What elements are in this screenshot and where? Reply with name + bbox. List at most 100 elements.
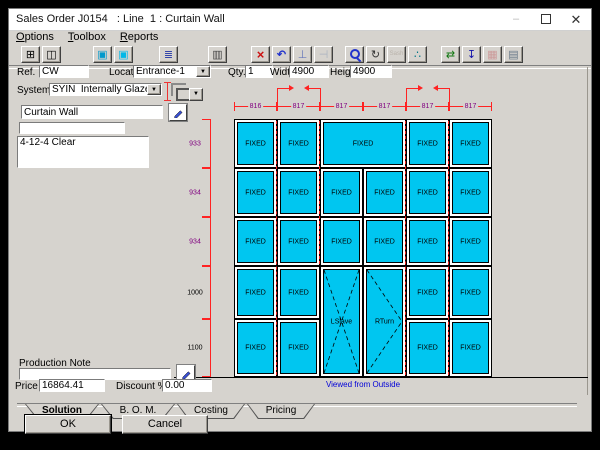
dimension-label[interactable]: 934 — [184, 238, 206, 245]
dimension-label[interactable]: 817 — [377, 102, 393, 111]
panel-fixed[interactable]: FIXED — [449, 168, 492, 217]
panel-fixed[interactable]: FIXED — [320, 168, 363, 217]
maximize-button[interactable] — [531, 9, 561, 30]
panel-label: FIXED — [281, 289, 316, 296]
bom-edit-button[interactable]: ≣ — [159, 46, 178, 63]
panel-fixed[interactable]: FIXED — [234, 119, 277, 168]
dimension-label[interactable]: 817 — [420, 102, 436, 111]
dimension-label[interactable]: 1000 — [184, 289, 206, 296]
undo-button[interactable]: ↶ — [272, 46, 291, 63]
window-grid-button[interactable]: ⊞ — [21, 46, 40, 63]
print-disabled-icon: ▦ — [487, 48, 497, 61]
panel-label: FIXED — [281, 345, 316, 352]
panel-fixed[interactable]: FIXED — [320, 217, 363, 266]
glass-pane: FIXED — [452, 171, 489, 214]
zoom-button[interactable] — [345, 46, 364, 63]
minimize-button[interactable]: – — [501, 9, 531, 30]
dimension-label[interactable]: 933 — [184, 140, 206, 147]
panel-fixed[interactable]: FIXED — [449, 319, 492, 377]
cancel-button[interactable]: Cancel — [122, 415, 208, 434]
glass-pane: FIXED — [237, 220, 274, 263]
panel-door-lslave[interactable]: LSlave — [320, 266, 363, 377]
panel-fixed[interactable]: FIXED — [406, 168, 449, 217]
maximize-icon — [541, 14, 551, 24]
panel-fixed[interactable]: FIXED — [406, 266, 449, 319]
panel-label: FIXED — [453, 140, 488, 147]
frame-profile-button[interactable]: ◫ — [42, 46, 61, 63]
width-dimension: 817 — [277, 102, 320, 111]
panel-label: FIXED — [238, 345, 273, 352]
window-grid-icon: ⊞ — [26, 48, 35, 61]
dimension-label[interactable]: 1100 — [184, 345, 206, 352]
panel-fixed[interactable]: FIXED — [234, 217, 277, 266]
window-view-icon: ▥ — [212, 48, 222, 61]
title-bar[interactable]: Sales Order J0154 : Line 1 : Curtain Wal… — [9, 9, 591, 31]
delete-button[interactable]: × — [251, 46, 270, 63]
panel-label: FIXED — [367, 238, 402, 245]
glass-pane: FIXED — [452, 122, 489, 165]
panel-fixed[interactable]: FIXED — [277, 168, 320, 217]
dimension-label[interactable]: 817 — [463, 102, 479, 111]
glass-pane: FIXED — [323, 220, 360, 263]
tab-pricing[interactable]: Pricing — [247, 404, 315, 419]
delete-icon: × — [257, 47, 265, 62]
ok-button[interactable]: OK — [25, 415, 111, 434]
dimension-label[interactable]: 934 — [184, 189, 206, 196]
dimension-label[interactable]: 817 — [334, 102, 350, 111]
panel-fixed[interactable]: FIXED — [277, 119, 320, 168]
stack-marker — [277, 88, 292, 102]
panel-fixed[interactable]: FIXED — [277, 217, 320, 266]
frame-style-button[interactable]: ▣ — [93, 46, 112, 63]
menu-item-reports[interactable]: Reports — [113, 31, 166, 44]
glass-pane: FIXED — [280, 122, 317, 165]
copy-button[interactable]: ▤ — [504, 46, 523, 63]
panel-label: FIXED — [324, 238, 359, 245]
discount-input[interactable] — [162, 379, 212, 392]
panel-door-rturn[interactable]: RTurn — [363, 266, 406, 377]
dimensions-icon: ⊥ — [298, 48, 308, 61]
mullion-marker — [405, 121, 406, 375]
panel-fixed[interactable]: FIXED — [449, 119, 492, 168]
panel-fixed[interactable]: FIXED — [406, 119, 449, 168]
panel-fixed[interactable]: FIXED — [277, 319, 320, 377]
stack-marker — [306, 88, 321, 102]
sales-order-line-window: Sales Order J0154 : Line 1 : Curtain Wal… — [8, 8, 592, 432]
close-button[interactable]: ✕ — [561, 9, 591, 30]
glass-pane: FIXED — [366, 220, 403, 263]
sash-tool-button[interactable]: Sash — [387, 46, 406, 63]
menu-item-options[interactable]: Options — [9, 31, 61, 44]
glazing-button[interactable]: ▣ — [114, 46, 133, 63]
panel-fixed[interactable]: FIXED — [234, 319, 277, 377]
panel-label: FIXED — [281, 238, 316, 245]
dimension-label[interactable]: 817 — [291, 102, 307, 111]
glass-pane: FIXED — [409, 122, 446, 165]
glass-pane: FIXED — [323, 122, 403, 165]
dimension-label[interactable]: 816 — [248, 102, 264, 111]
panel-fixed[interactable]: FIXED — [363, 168, 406, 217]
panel-label: FIXED — [410, 345, 445, 352]
save-button[interactable]: ↧ — [462, 46, 481, 63]
menu-item-toolbox[interactable]: Toolbox — [61, 31, 113, 44]
panel-fixed[interactable]: FIXED — [406, 217, 449, 266]
panel-fixed[interactable]: FIXED — [234, 266, 277, 319]
panel-fixed[interactable]: FIXED — [320, 119, 406, 168]
panel-fixed[interactable]: FIXED — [449, 266, 492, 319]
width-dimension: 817 — [406, 102, 449, 111]
redraw-button[interactable]: ↻ — [366, 46, 385, 63]
print-disabled-button[interactable]: ▦ — [483, 46, 502, 63]
pencil-icon — [181, 368, 192, 379]
vent-marker-button[interactable]: ∴ — [408, 46, 427, 63]
window-view-button[interactable]: ▥ — [208, 46, 227, 63]
panel-fixed[interactable]: FIXED — [406, 319, 449, 377]
panel-fixed[interactable]: FIXED — [234, 168, 277, 217]
transfer-button[interactable]: ⇄ — [441, 46, 460, 63]
dimensions-button[interactable]: ⊥ — [293, 46, 312, 63]
price-input[interactable] — [39, 379, 105, 392]
panel-fixed[interactable]: FIXED — [277, 266, 320, 319]
frame-profile-icon: ◫ — [46, 48, 56, 61]
panel-fixed[interactable]: FIXED — [449, 217, 492, 266]
glass-pane: RTurn — [366, 269, 403, 374]
dimension-edit-button[interactable]: ⊣ — [314, 46, 333, 63]
panel-label: FIXED — [281, 140, 316, 147]
panel-fixed[interactable]: FIXED — [363, 217, 406, 266]
